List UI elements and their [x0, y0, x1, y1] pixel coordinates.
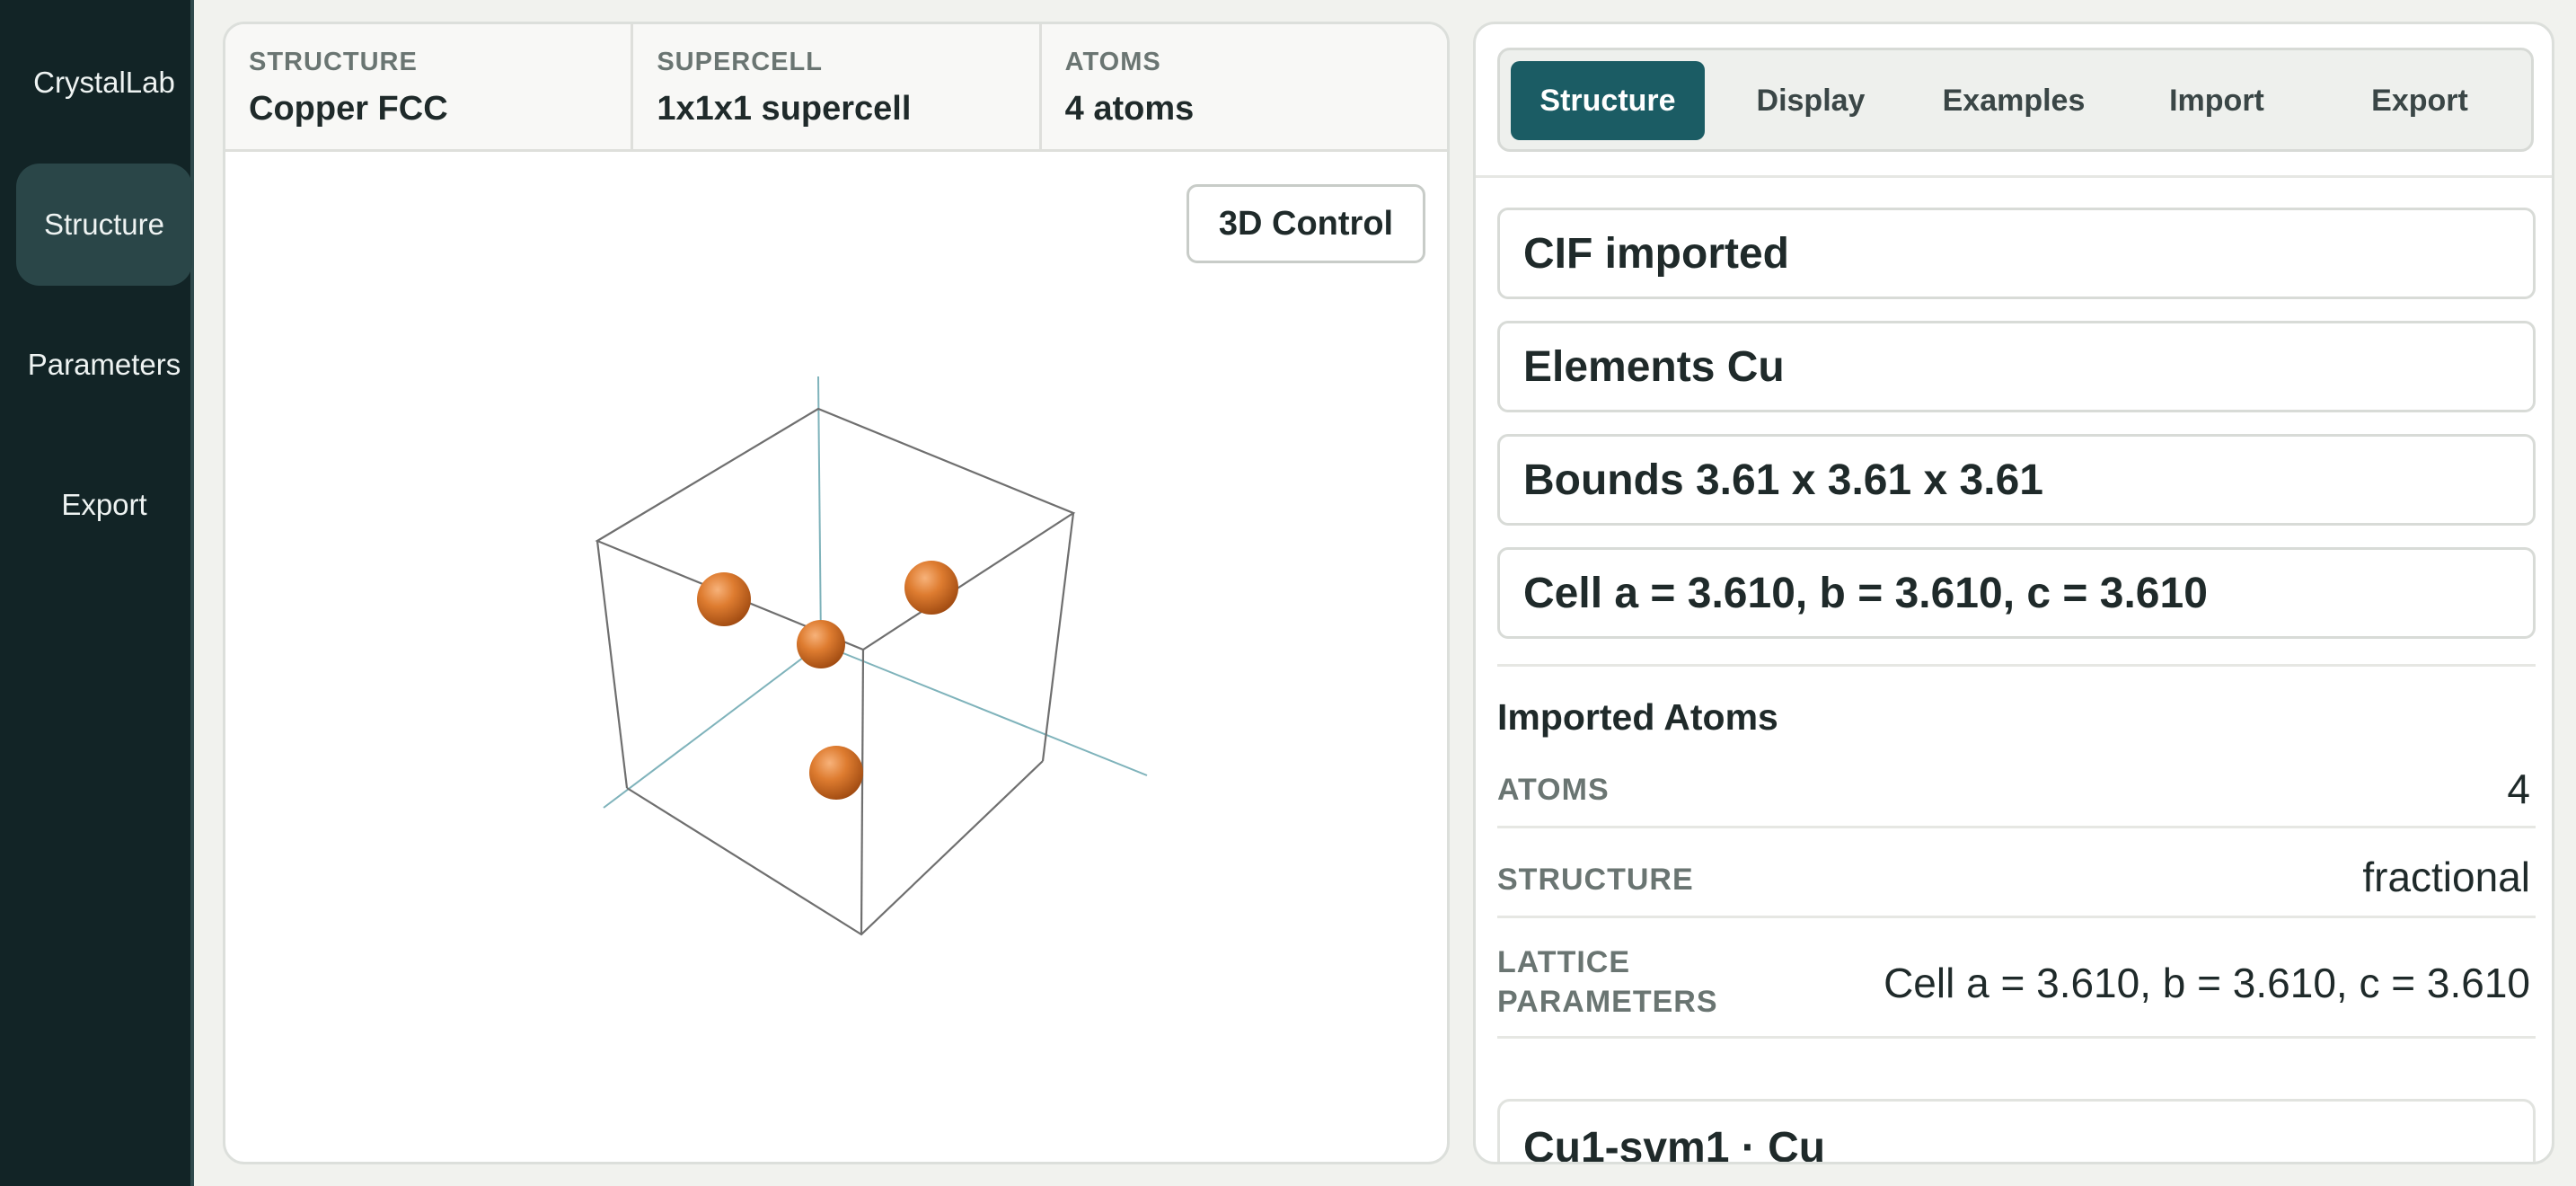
lattice-parameters-label: LATTICE PARAMETERS — [1497, 945, 1718, 1019]
3d-control-button[interactable]: 3D Control — [1187, 184, 1425, 263]
atom-cu — [809, 746, 863, 800]
elements-card: Elements Cu — [1497, 321, 2536, 412]
cell-card: Cell a = 3.610, b = 3.610, c = 3.610 — [1497, 547, 2536, 639]
axis-y — [603, 643, 822, 809]
tab-import[interactable]: Import — [2120, 61, 2314, 140]
tab-display[interactable]: Display — [1714, 61, 1908, 140]
axis-x — [820, 643, 1148, 776]
coordinate-type-label: STRUCTURE — [1497, 863, 1694, 897]
divider — [1497, 826, 2536, 828]
sidebar-item-export[interactable]: Export — [16, 444, 192, 566]
bounds-card: Bounds 3.61 x 3.61 x 3.61 — [1497, 434, 2536, 526]
divider — [1476, 175, 2552, 178]
cell-top-face — [595, 407, 1076, 651]
atom-cu — [697, 572, 751, 626]
unit-cell — [595, 407, 1076, 936]
tab-examples[interactable]: Examples — [1917, 61, 2111, 140]
import-status-card: CIF imported — [1497, 208, 2536, 299]
sidebar: CrystalLab Structure Parameters Export — [0, 0, 194, 1186]
app-brand: CrystalLab — [33, 66, 175, 99]
atoms-count-value: 4 — [2507, 766, 2530, 812]
imported-atoms-title: Imported Atoms — [1497, 696, 1778, 738]
axis-z — [817, 376, 822, 645]
sidebar-item-structure[interactable]: Structure — [16, 164, 192, 286]
tab-structure[interactable]: Structure — [1511, 61, 1705, 140]
atom-cu — [904, 561, 958, 615]
divider — [1497, 1036, 2536, 1039]
axis-lines — [603, 376, 1148, 809]
tab-export[interactable]: Export — [2323, 61, 2517, 140]
divider — [1497, 664, 2536, 667]
atoms — [697, 561, 958, 800]
atom-entry-card[interactable]: Cu1-svm1 · Cu — [1497, 1099, 2536, 1162]
atom-cu — [797, 620, 845, 668]
sidebar-item-parameters[interactable]: Parameters — [16, 304, 192, 426]
coordinate-type-value: fractional — [2362, 854, 2530, 900]
properties-panel: Structure Display Examples Import Export… — [1473, 22, 2554, 1164]
lattice-parameters-value: Cell a = 3.610, b = 3.610, c = 3.610 — [1883, 960, 2530, 1006]
tab-bar: Structure Display Examples Import Export — [1497, 48, 2534, 152]
divider — [1497, 916, 2536, 918]
atoms-count-label: ATOMS — [1497, 773, 1610, 807]
viewer-panel: STRUCTURE Copper FCC SUPERCELL 1x1x1 sup… — [223, 22, 1450, 1164]
